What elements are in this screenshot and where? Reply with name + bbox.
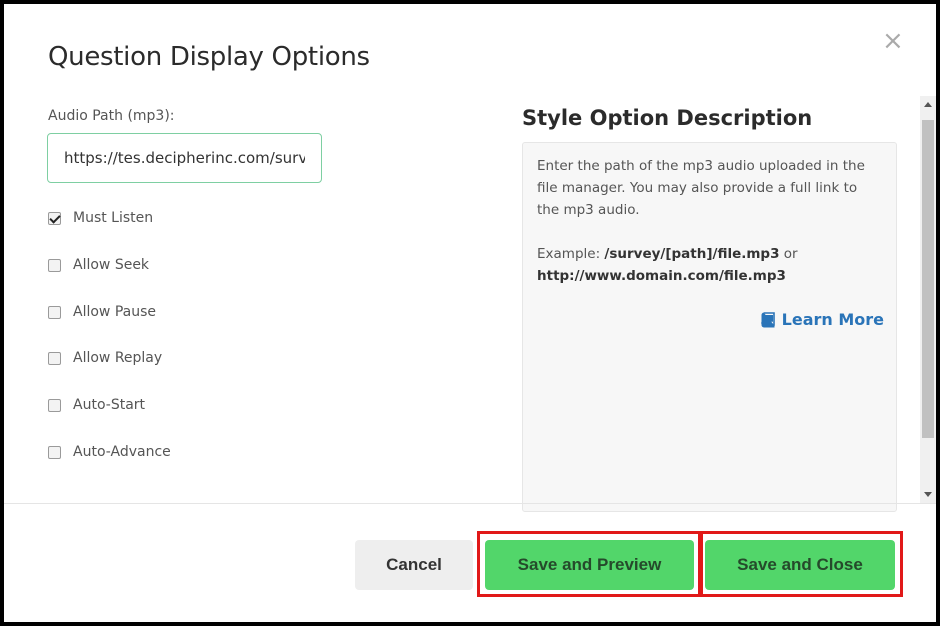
- option-label: Allow Pause: [73, 304, 156, 320]
- option-auto-start[interactable]: Auto-Start: [48, 395, 145, 415]
- description-panel: Enter the path of the mp3 audio uploaded…: [522, 142, 897, 512]
- vertical-scrollbar[interactable]: [920, 96, 936, 503]
- description-example: Example: /survey/[path]/file.mp3 or http…: [537, 243, 882, 287]
- option-allow-seek[interactable]: Allow Seek: [48, 255, 149, 275]
- option-allow-replay[interactable]: Allow Replay: [48, 348, 162, 368]
- close-icon[interactable]: ×: [882, 28, 904, 54]
- scroll-up-arrow-icon[interactable]: [924, 102, 932, 107]
- scroll-thumb[interactable]: [922, 120, 934, 438]
- option-label: Must Listen: [73, 210, 154, 226]
- option-label: Allow Replay: [73, 350, 163, 366]
- auto-advance-checkbox[interactable]: [48, 445, 61, 459]
- allow-replay-checkbox[interactable]: [48, 351, 61, 365]
- question-display-options-dialog: Question Display Options × Audio Path (m…: [4, 4, 936, 622]
- allow-pause-checkbox[interactable]: [48, 305, 61, 319]
- example-or: or: [779, 246, 798, 262]
- audio-path-label: Audio Path (mp3):: [48, 108, 175, 124]
- option-auto-advance[interactable]: Auto-Advance: [48, 442, 171, 462]
- book-icon: [760, 312, 775, 328]
- example-url: http://www.domain.com/file.mp3: [537, 268, 786, 284]
- option-must-listen[interactable]: Must Listen: [48, 208, 153, 228]
- example-prefix: Example:: [537, 246, 605, 262]
- save-and-close-button[interactable]: Save and Close: [705, 540, 895, 590]
- example-path: /survey/[path]/file.mp3: [604, 246, 780, 262]
- dialog-title: Question Display Options: [48, 42, 370, 72]
- option-label: Auto-Advance: [73, 444, 171, 460]
- save-and-preview-button[interactable]: Save and Preview: [485, 540, 694, 590]
- learn-more-link[interactable]: Learn More: [760, 309, 884, 331]
- must-listen-checkbox[interactable]: [48, 211, 61, 225]
- description-heading: Style Option Description: [522, 106, 813, 130]
- auto-start-checkbox[interactable]: [48, 398, 61, 412]
- cancel-button[interactable]: Cancel: [355, 540, 473, 590]
- option-label: Allow Seek: [73, 257, 150, 273]
- option-label: Auto-Start: [73, 397, 146, 413]
- scroll-down-arrow-icon[interactable]: [924, 492, 932, 497]
- description-text: Enter the path of the mp3 audio uploaded…: [537, 158, 865, 218]
- option-allow-pause[interactable]: Allow Pause: [48, 302, 156, 322]
- footer-divider: [4, 503, 936, 504]
- dialog-body: Audio Path (mp3): Must Listen Allow Seek…: [4, 96, 936, 512]
- allow-seek-checkbox[interactable]: [48, 258, 61, 272]
- audio-path-input[interactable]: [47, 133, 322, 183]
- learn-more-label: Learn More: [781, 310, 884, 329]
